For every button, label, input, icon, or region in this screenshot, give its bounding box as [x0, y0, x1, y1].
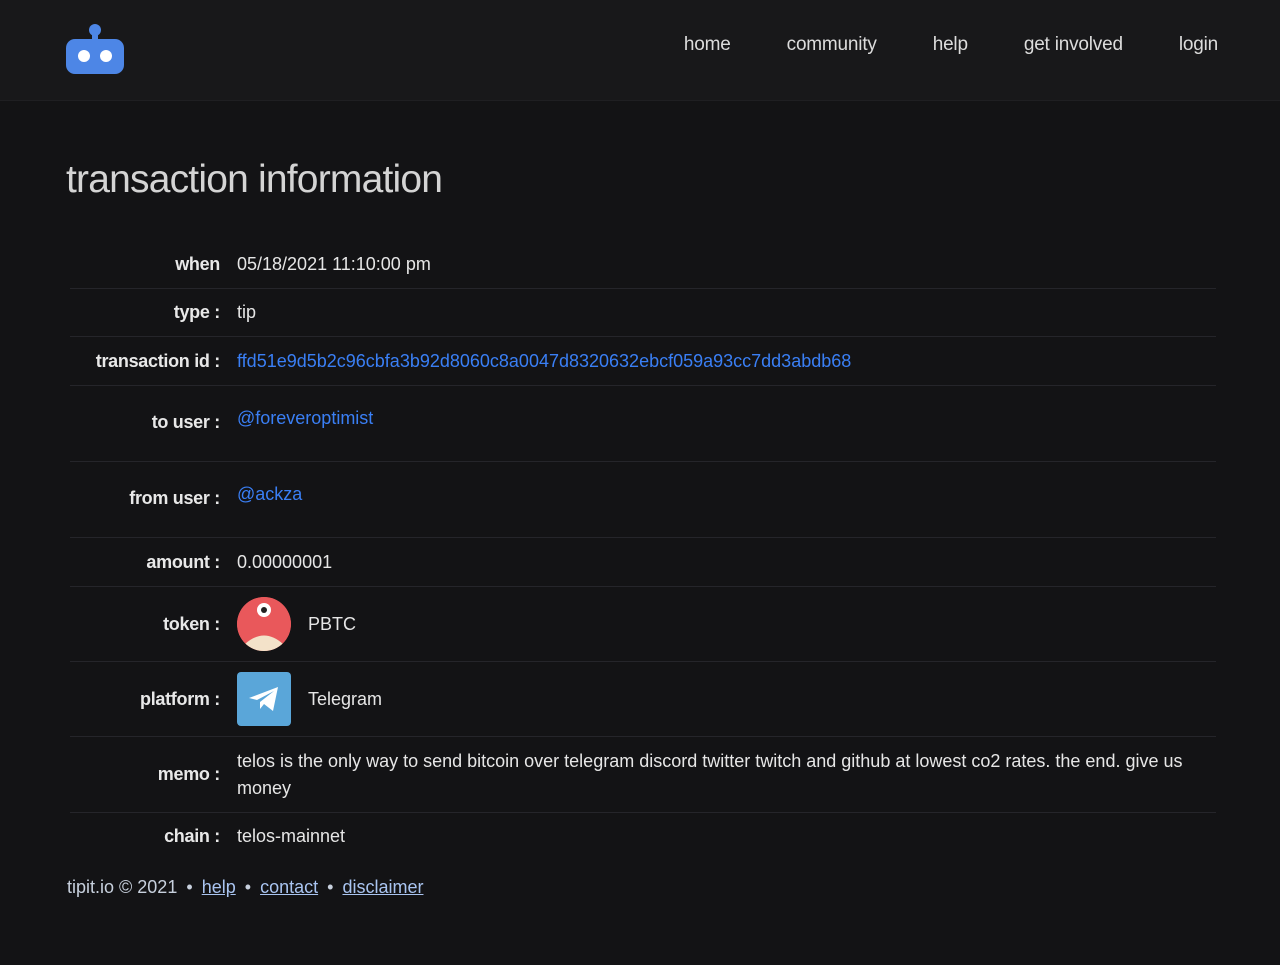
platform-label: platform : [140, 688, 220, 709]
nav-community-link[interactable]: community [787, 34, 877, 56]
transaction-id-label: transaction id : [95, 350, 221, 371]
memo-value: telos is the only way to send bitcoin ov… [237, 750, 1183, 798]
type-row: type : tip [70, 289, 1216, 337]
nav-get-involved-link[interactable]: get involved [1024, 34, 1123, 56]
amount-label: amount : [146, 551, 220, 572]
memo-row: memo : telos is the only way to send bit… [70, 737, 1216, 813]
token-name: PBTC [308, 613, 357, 634]
chain-row: chain : telos-mainnet [70, 813, 1216, 859]
page-title: transaction information [66, 158, 443, 201]
from-user-row: from user : @ackza [70, 462, 1216, 538]
when-label: when [175, 253, 220, 274]
when-value: 05/18/2021 11:10:00 pm [237, 253, 431, 274]
main-nav: home community help get involved login [684, 34, 1218, 56]
robot-icon[interactable] [66, 24, 124, 74]
chain-label: chain : [164, 825, 220, 846]
from-user-link[interactable]: @ackza [237, 484, 302, 504]
footer: tipit.io © 2021 • help • contact • discl… [67, 877, 423, 898]
from-user-label: from user : [129, 488, 220, 508]
footer-separator: • [327, 877, 334, 897]
footer-help-link[interactable]: help [202, 877, 236, 897]
footer-contact-link[interactable]: contact [260, 877, 318, 897]
type-value: tip [237, 302, 257, 322]
pbtc-token-icon [237, 597, 291, 651]
platform-row: platform : Telegram [70, 662, 1216, 737]
transaction-details-table: when 05/18/2021 11:10:00 pm type : tip t… [70, 240, 1216, 859]
nav-home-link[interactable]: home [684, 34, 731, 56]
nav-help-link[interactable]: help [933, 34, 968, 56]
to-user-link[interactable]: @foreveroptimist [237, 408, 373, 428]
transaction-id-link[interactable]: ffd51e9d5b2c96cbfa3b92d8060c8a0047d83206… [237, 351, 851, 371]
amount-value: 0.00000001 [237, 551, 333, 572]
transaction-id-row: transaction id : ffd51e9d5b2c96cbfa3b92d… [70, 337, 1216, 386]
footer-separator: • [186, 877, 193, 897]
footer-brand: tipit.io © 2021 [67, 877, 178, 897]
memo-label: memo : [157, 764, 221, 784]
platform-name: Telegram [308, 688, 383, 709]
footer-disclaimer-link[interactable]: disclaimer [342, 877, 423, 897]
token-row: token : PBTC [70, 587, 1216, 662]
top-nav-bar: home community help get involved login [0, 0, 1280, 101]
to-user-row: to user : @foreveroptimist [70, 386, 1216, 462]
chain-value: telos-mainnet [237, 825, 346, 846]
type-label: type : [173, 302, 221, 322]
nav-login-link[interactable]: login [1179, 34, 1218, 56]
when-row: when 05/18/2021 11:10:00 pm [70, 240, 1216, 289]
footer-separator: • [244, 877, 252, 897]
telegram-icon [237, 672, 291, 726]
amount-row: amount : 0.00000001 [70, 538, 1216, 587]
to-user-label: to user : [151, 412, 221, 432]
token-label: token : [163, 613, 220, 634]
